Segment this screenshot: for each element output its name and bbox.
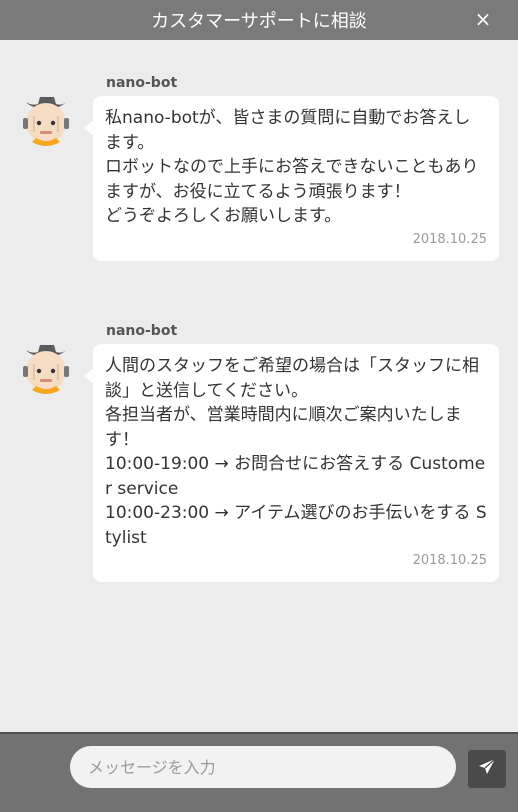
message-timestamp: 2018.10.25 [412,231,487,247]
message-bubble: 人間のスタッフをご希望の場合は「スタッフに相談」と送信してください。 各担当者が… [83,344,499,582]
bot-avatar-icon [22,340,70,398]
composer-bar [0,732,518,812]
send-button[interactable] [468,750,506,788]
message-text: 私nano-botが、皆さまの質問に自動でお答えします。 ロボットなので上手にお… [105,108,479,226]
paper-plane-icon [478,758,496,780]
message-timestamp: 2018.10.25 [412,553,487,568]
message-bubble: 私nano-botが、皆さまの質問に自動でお答えします。 ロボットなので上手にお… [83,96,499,261]
message-input[interactable] [70,746,456,788]
header-title: カスタマーサポートに相談 [151,11,367,32]
sender-name: nano-bot [106,323,178,339]
message-input-wrapper [70,746,456,788]
message-list: nano-bot 私nano-botが、皆さまの質問に自動でお答えします。 ロボ… [0,40,518,732]
chat-header: カスタマーサポートに相談 × [0,0,518,40]
sender-name: nano-bot [106,75,178,91]
bot-avatar-icon [22,92,70,150]
close-button[interactable]: × [472,8,494,30]
message-text: 人間のスタッフをご希望の場合は「スタッフに相談」と送信してください。 各担当者が… [105,356,487,548]
